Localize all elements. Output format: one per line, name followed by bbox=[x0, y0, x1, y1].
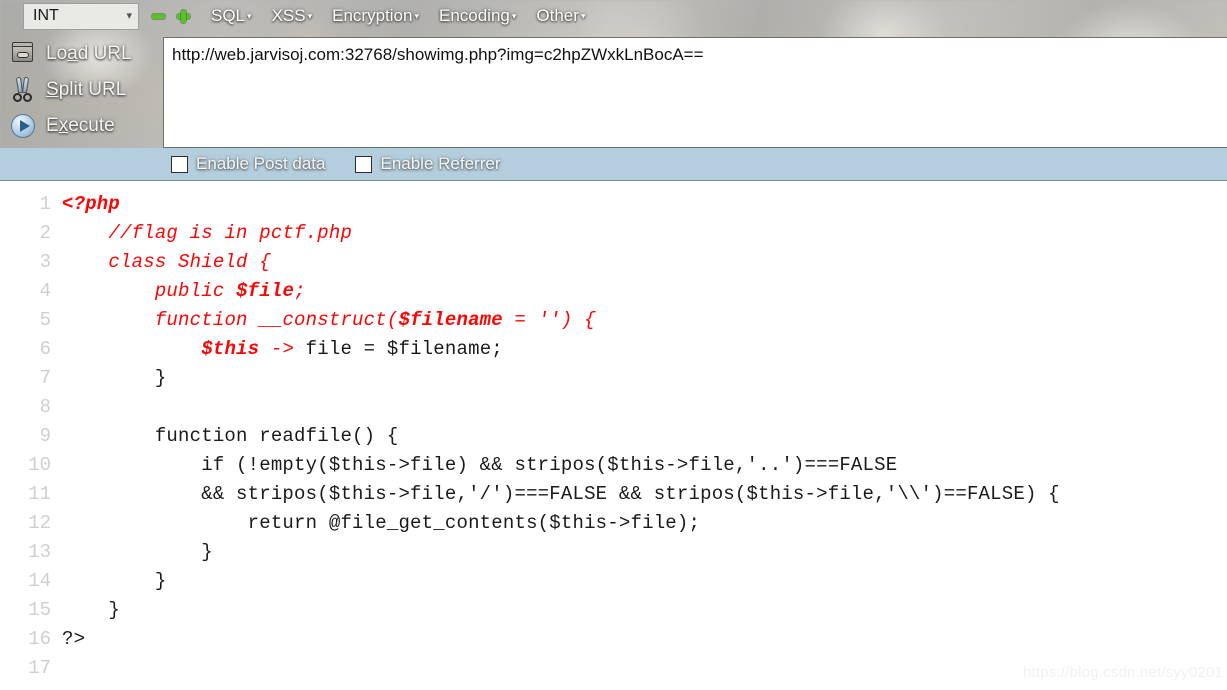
execute-label: Execute bbox=[46, 115, 115, 136]
hackbar-panel: INT ▾ SQL ▾ XSS ▾ Encryption ▾ Encoding ▾ Ot… bbox=[0, 0, 1227, 181]
line-number: 2 bbox=[39, 221, 51, 244]
code-line: 8 bbox=[0, 392, 1227, 421]
split-url-label: Split URL bbox=[46, 79, 127, 100]
line-number: 12 bbox=[28, 511, 51, 534]
caret-down-icon: ▾ bbox=[580, 11, 586, 22]
split-url-button[interactable]: Split URL bbox=[0, 72, 160, 108]
line-number: 6 bbox=[39, 337, 51, 360]
line-number: 14 bbox=[28, 569, 51, 592]
line-number: 9 bbox=[39, 424, 51, 447]
code-line-text: $this -> file = $filename; bbox=[201, 337, 503, 360]
line-number: 7 bbox=[39, 366, 51, 389]
code-line: 11 && stripos($this->file,'/')===FALSE &… bbox=[0, 479, 1227, 508]
code-line: 9 function readfile() { bbox=[0, 421, 1227, 450]
code-line: 3 class Shield { bbox=[0, 247, 1227, 276]
code-line: 1 <?php bbox=[0, 189, 1227, 218]
code-line-text: class Shield { bbox=[108, 250, 271, 273]
load-url-button[interactable]: Load URL bbox=[0, 36, 160, 72]
enable-post-data-checkbox[interactable] bbox=[171, 155, 188, 173]
code-line: 14 } bbox=[0, 566, 1227, 595]
line-number: 5 bbox=[39, 308, 51, 331]
code-line-text: } bbox=[62, 540, 213, 563]
load-url-label: Load URL bbox=[46, 43, 132, 64]
execute-button[interactable]: Execute bbox=[0, 108, 160, 144]
code-line: 5 function __construct($filename = '') { bbox=[0, 305, 1227, 334]
play-circle-icon bbox=[8, 111, 38, 141]
code-line-list: 1 <?php 2 //flag is in pctf.php 3 class Shi… bbox=[0, 189, 1227, 682]
line-number: 8 bbox=[39, 395, 51, 418]
encoding-type-select[interactable]: INT ▾ bbox=[23, 2, 139, 30]
watermark-text: https://blog.csdn.net/syy0201 bbox=[1022, 664, 1223, 681]
scissors-icon bbox=[8, 75, 38, 105]
code-line-text: <?php bbox=[62, 192, 121, 215]
zoom-out-button[interactable] bbox=[151, 9, 166, 24]
menu-other[interactable]: Other ▾ bbox=[536, 6, 585, 26]
code-line-text: //flag is in pctf.php bbox=[108, 221, 353, 244]
enable-post-data-label: Enable Post data bbox=[196, 154, 326, 173]
code-line-text: public $file; bbox=[154, 279, 306, 302]
menu-sql[interactable]: SQL ▾ bbox=[211, 6, 252, 26]
hackbar-action-list: Load URL Split URL Execute bbox=[0, 36, 160, 144]
menu-encoding-label: Encoding bbox=[438, 6, 510, 25]
line-number: 17 bbox=[28, 656, 51, 679]
plus-icon-vertical bbox=[181, 9, 186, 23]
menu-encryption[interactable]: Encryption ▾ bbox=[332, 6, 419, 26]
menu-xss-label: XSS bbox=[271, 6, 306, 25]
hackbar-menu-row: INT ▾ SQL ▾ XSS ▾ Encryption ▾ Encoding ▾ Ot… bbox=[0, 0, 1227, 32]
code-line-text: && stripos($this->file,'/')===FALSE && s… bbox=[62, 482, 1060, 505]
code-line-text: return @file_get_contents($this->file); bbox=[62, 511, 701, 534]
code-line-text: } bbox=[62, 598, 121, 621]
menu-encoding[interactable]: Encoding ▾ bbox=[439, 6, 516, 26]
url-input[interactable]: http://web.jarvisoj.com:32768/showimg.ph… bbox=[163, 37, 1227, 148]
code-line: 7 } bbox=[0, 363, 1227, 392]
code-line: 6 $this -> file = $filename; bbox=[0, 334, 1227, 363]
code-line: 10 if (!empty($this->file) && stripos($t… bbox=[0, 450, 1227, 479]
code-line-text: function __construct($filename = '') { bbox=[154, 308, 596, 331]
enable-referrer-option[interactable]: Enable Referrer bbox=[355, 154, 501, 174]
chevron-down-icon: ▾ bbox=[126, 9, 132, 22]
line-number: 16 bbox=[28, 627, 51, 650]
enable-referrer-label: Enable Referrer bbox=[380, 154, 501, 173]
zoom-in-button[interactable] bbox=[176, 9, 191, 24]
caret-down-icon: ▾ bbox=[247, 11, 252, 22]
enable-post-data-option[interactable]: Enable Post data bbox=[171, 154, 325, 174]
code-line: 2 //flag is in pctf.php bbox=[0, 218, 1227, 247]
menu-xss[interactable]: XSS ▾ bbox=[272, 6, 313, 26]
load-url-icon bbox=[8, 39, 38, 69]
menu-sql-label: SQL bbox=[211, 6, 246, 25]
encoding-type-value: INT bbox=[33, 7, 59, 24]
line-number: 15 bbox=[28, 598, 51, 621]
line-number: 3 bbox=[39, 250, 51, 273]
code-line-text: ?> bbox=[62, 627, 86, 650]
line-number: 10 bbox=[28, 453, 51, 476]
caret-down-icon: ▾ bbox=[511, 11, 517, 22]
line-number: 4 bbox=[39, 279, 51, 302]
menu-encryption-label: Encryption bbox=[332, 6, 413, 25]
code-line: 16 ?> bbox=[0, 624, 1227, 653]
enable-referrer-checkbox[interactable] bbox=[355, 155, 373, 173]
line-number: 1 bbox=[39, 192, 51, 215]
code-line-text: } bbox=[62, 366, 167, 389]
hackbar-page: INT ▾ SQL ▾ XSS ▾ Encryption ▾ Encoding ▾ Ot… bbox=[0, 0, 1227, 690]
code-line: 4 public $file; bbox=[0, 276, 1227, 305]
hackbar-options-bar: Enable Post data Enable Referrer bbox=[0, 148, 1227, 181]
caret-down-icon: ▾ bbox=[414, 11, 419, 22]
code-line-text: } bbox=[62, 569, 167, 592]
code-line-text: if (!empty($this->file) && stripos($this… bbox=[62, 453, 898, 476]
line-number: 13 bbox=[28, 540, 51, 563]
caret-down-icon: ▾ bbox=[307, 11, 313, 22]
line-number: 11 bbox=[28, 482, 51, 505]
code-line: 15 } bbox=[0, 595, 1227, 624]
code-line-text: function readfile() { bbox=[62, 424, 399, 447]
menu-other-label: Other bbox=[536, 6, 579, 25]
minus-icon bbox=[152, 13, 165, 19]
code-line: 13 } bbox=[0, 537, 1227, 566]
code-line: 12 return @file_get_contents($this->file… bbox=[0, 508, 1227, 537]
source-code-view: 1 <?php 2 //flag is in pctf.php 3 class Shi… bbox=[0, 181, 1227, 690]
